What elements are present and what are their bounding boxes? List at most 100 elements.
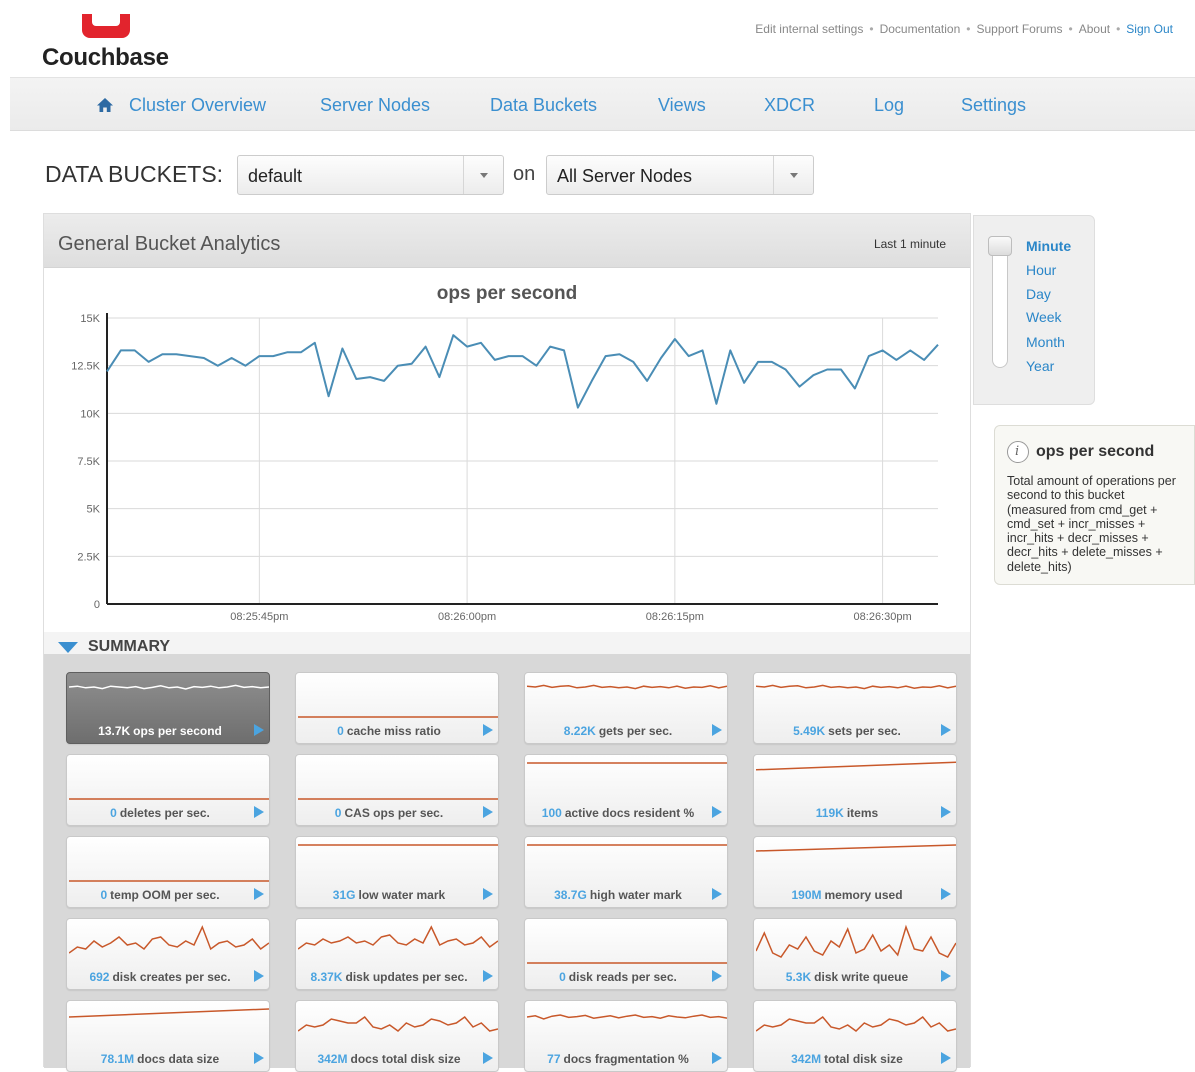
summary-tile-low-water-mark[interactable]: 31G low water mark xyxy=(295,836,499,908)
nav-data-buckets[interactable]: Data Buckets xyxy=(490,95,597,116)
expand-arrow-icon[interactable] xyxy=(712,888,722,900)
documentation-link[interactable]: Documentation xyxy=(880,22,961,36)
tile-caption: 0 CAS ops per sec. xyxy=(296,806,482,820)
summary-tile-ops-per-second[interactable]: 13.7K ops per second xyxy=(66,672,270,744)
expand-arrow-icon[interactable] xyxy=(483,1052,493,1064)
expand-arrow-icon[interactable] xyxy=(483,888,493,900)
summary-tile-disk-reads-per-sec[interactable]: 0 disk reads per sec. xyxy=(524,918,728,990)
sparkline xyxy=(527,962,727,964)
expand-arrow-icon[interactable] xyxy=(483,970,493,982)
tile-value: 0 xyxy=(110,806,117,820)
y-tick-label: 15K xyxy=(80,313,100,325)
on-label: on xyxy=(513,163,536,185)
x-tick-label: 08:25:45pm xyxy=(230,611,288,623)
tile-caption: 77 docs fragmentation % xyxy=(525,1052,711,1066)
tile-label: disk creates per sec. xyxy=(112,970,231,984)
summary-tile-deletes-per-sec[interactable]: 0 deletes per sec. xyxy=(66,754,270,826)
nav-xdcr[interactable]: XDCR xyxy=(764,95,815,116)
tile-caption: 0 temp OOM per sec. xyxy=(67,888,253,902)
info-description: Total amount of operations per second to… xyxy=(1007,474,1176,574)
tile-caption: 5.3K disk write queue xyxy=(754,970,940,984)
collapse-triangle-icon[interactable] xyxy=(58,641,78,653)
tile-value: 13.7K xyxy=(98,724,131,738)
summary-tile-disk-creates-per-sec[interactable]: 692 disk creates per sec. xyxy=(66,918,270,990)
expand-arrow-icon[interactable] xyxy=(254,888,264,900)
summary-tile-gets-per-sec[interactable]: 8.22K gets per sec. xyxy=(524,672,728,744)
chevron-down-icon[interactable] xyxy=(773,156,813,194)
zoom-slider-track[interactable] xyxy=(992,238,1008,368)
expand-arrow-icon[interactable] xyxy=(712,970,722,982)
sign-out-link[interactable]: Sign Out xyxy=(1126,22,1173,36)
zoom-slider-handle[interactable] xyxy=(988,236,1012,256)
expand-arrow-icon[interactable] xyxy=(941,1052,951,1064)
nav-log[interactable]: Log xyxy=(874,95,904,116)
expand-arrow-icon[interactable] xyxy=(483,724,493,736)
home-icon[interactable] xyxy=(96,97,114,113)
sparkline xyxy=(527,684,727,690)
zoom-option-week[interactable]: Week xyxy=(1026,309,1062,325)
expand-arrow-icon[interactable] xyxy=(941,724,951,736)
summary-tile-sets-per-sec[interactable]: 5.49K sets per sec. xyxy=(753,672,957,744)
summary-tile-temp-oom-per-sec[interactable]: 0 temp OOM per sec. xyxy=(66,836,270,908)
about-link[interactable]: About xyxy=(1079,22,1110,36)
summary-tile-docs-data-size[interactable]: 78.1M docs data size xyxy=(66,1000,270,1072)
sparkline-path xyxy=(69,1008,269,1018)
tile-label: active docs resident % xyxy=(564,806,695,820)
expand-arrow-icon[interactable] xyxy=(483,806,493,818)
expand-arrow-icon[interactable] xyxy=(254,1052,264,1064)
zoom-option-minute[interactable]: Minute xyxy=(1026,238,1071,254)
tile-value: 77 xyxy=(547,1052,561,1066)
expand-arrow-icon[interactable] xyxy=(712,724,722,736)
data-buckets-label: DATA BUCKETS: xyxy=(45,161,224,187)
nav-server-nodes[interactable]: Server Nodes xyxy=(320,95,430,116)
tile-label: sets per sec. xyxy=(828,724,901,738)
sparkline-path xyxy=(756,1015,956,1032)
summary-tile-cache-miss-ratio[interactable]: 0 cache miss ratio xyxy=(295,672,499,744)
zoom-option-day[interactable]: Day xyxy=(1026,286,1051,302)
summary-tile-items[interactable]: 119K items xyxy=(753,754,957,826)
zoom-panel: Minute Hour Day Week Month Year xyxy=(973,215,1095,405)
support-forums-link[interactable]: Support Forums xyxy=(976,22,1062,36)
sparkline xyxy=(298,798,498,800)
tile-value: 190M xyxy=(791,888,822,902)
summary-tile-total-disk-size[interactable]: 342M total disk size xyxy=(753,1000,957,1072)
expand-arrow-icon[interactable] xyxy=(254,970,264,982)
summary-tile-disk-write-queue[interactable]: 5.3K disk write queue xyxy=(753,918,957,990)
chevron-down-icon[interactable] xyxy=(463,156,503,194)
summary-tile-docs-total-disk-size[interactable]: 342M docs total disk size xyxy=(295,1000,499,1072)
info-icon xyxy=(1007,441,1029,463)
zoom-option-hour[interactable]: Hour xyxy=(1026,262,1056,278)
x-tick-label: 08:26:30pm xyxy=(854,611,912,623)
expand-arrow-icon[interactable] xyxy=(941,888,951,900)
metric-info-box: ops per second Total amount of operation… xyxy=(994,425,1195,585)
summary-tile-memory-used[interactable]: 190M memory used xyxy=(753,836,957,908)
summary-toggle[interactable]: SUMMARY xyxy=(58,638,170,656)
expand-arrow-icon[interactable] xyxy=(254,806,264,818)
tile-value: 8.22K xyxy=(563,724,596,738)
tile-label: temp OOM per sec. xyxy=(110,888,220,902)
summary-tile-cas-ops-per-sec[interactable]: 0 CAS ops per sec. xyxy=(295,754,499,826)
main-chart-area: ops per second 0 2.5K 5K 7.5K 10K 12.5K 15K 08:… xyxy=(44,268,970,632)
expand-arrow-icon[interactable] xyxy=(941,970,951,982)
zoom-option-month[interactable]: Month xyxy=(1026,334,1065,350)
bucket-selector-bar: DATA BUCKETS: default on All Server Node… xyxy=(45,153,845,195)
expand-arrow-icon[interactable] xyxy=(941,806,951,818)
expand-arrow-icon[interactable] xyxy=(712,1052,722,1064)
nav-settings[interactable]: Settings xyxy=(961,95,1026,116)
summary-tile-high-water-mark[interactable]: 38.7G high water mark xyxy=(524,836,728,908)
nav-cluster-overview[interactable]: Cluster Overview xyxy=(129,95,266,116)
bucket-select-value: default xyxy=(248,166,303,186)
expand-arrow-icon[interactable] xyxy=(712,806,722,818)
tile-value: 119K xyxy=(815,806,844,820)
server-node-select[interactable]: All Server Nodes xyxy=(546,155,814,195)
logo-text: Couchbase xyxy=(42,44,169,71)
summary-tile-active-docs-resident[interactable]: 100 active docs resident % xyxy=(524,754,728,826)
zoom-option-year[interactable]: Year xyxy=(1026,358,1054,374)
couchbase-logo[interactable]: Couchbase xyxy=(42,14,172,71)
nav-views[interactable]: Views xyxy=(658,95,706,116)
bucket-select[interactable]: default xyxy=(237,155,504,195)
edit-internal-settings-link[interactable]: Edit internal settings xyxy=(755,22,863,36)
expand-arrow-icon[interactable] xyxy=(254,724,264,736)
summary-tile-disk-updates-per-sec[interactable]: 8.37K disk updates per sec. xyxy=(295,918,499,990)
summary-tile-docs-fragmentation[interactable]: 77 docs fragmentation % xyxy=(524,1000,728,1072)
